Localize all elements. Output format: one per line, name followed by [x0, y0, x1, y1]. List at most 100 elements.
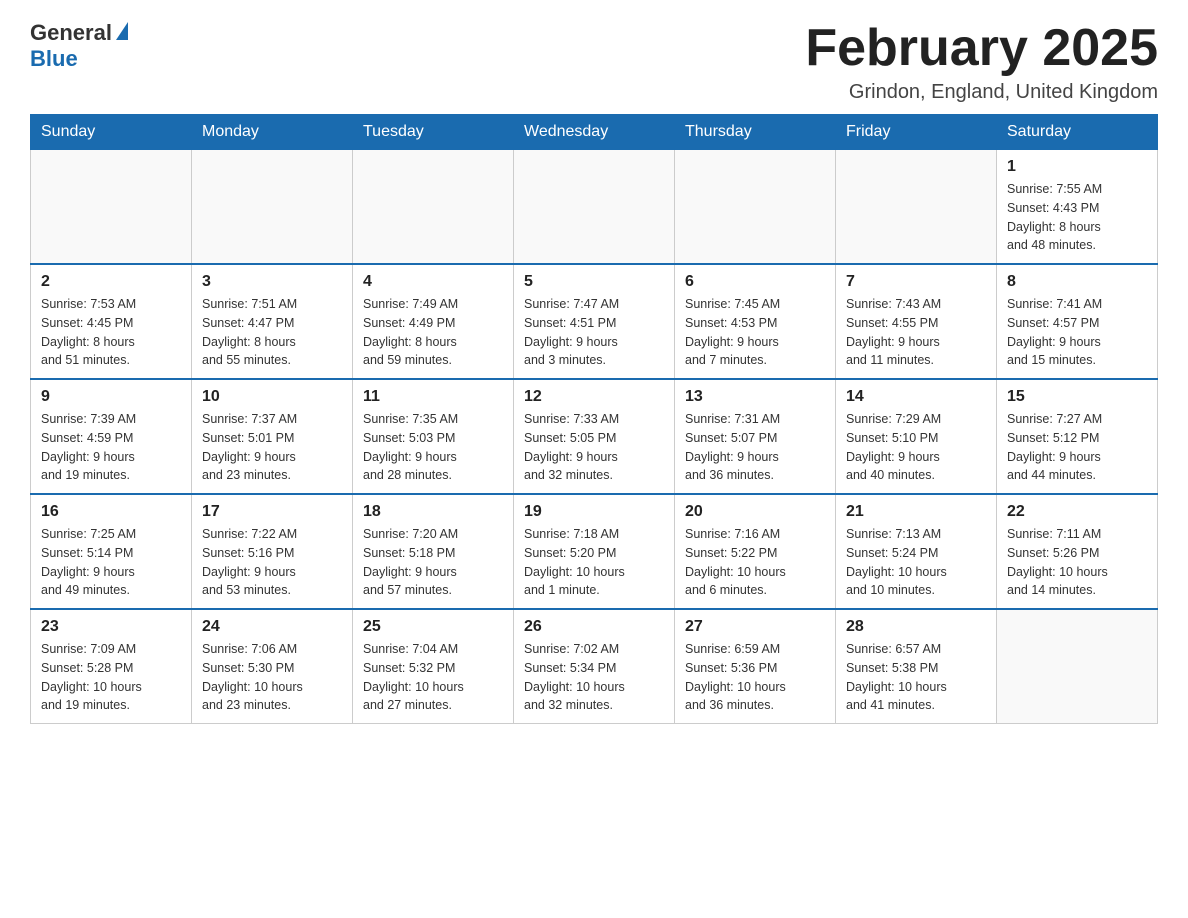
table-row: 26 Sunrise: 7:02 AM Sunset: 5:34 PM Dayli… [514, 609, 675, 724]
table-row: 9Sunrise: 7:39 AM Sunset: 4:59 PM Daylig… [31, 379, 192, 494]
day-info: Sunrise: 7:09 AM Sunset: 5:28 PM Dayligh… [41, 640, 181, 715]
table-row [675, 150, 836, 265]
day-info: Sunrise: 7:18 AM Sunset: 5:20 PM Dayligh… [524, 525, 664, 600]
day-number: 19 [524, 503, 664, 521]
day-info: Sunrise: 7:02 AM Sunset: 5:34 PM Dayligh… [524, 640, 664, 715]
table-row: 27 Sunrise: 6:59 AM Sunset: 5:36 PM Dayli… [675, 609, 836, 724]
day-number: 7 [846, 273, 986, 291]
page-header: General Blue February 2025 Grindon, Engl… [30, 20, 1158, 104]
day-info: Sunrise: 7:37 AM Sunset: 5:01 PM Dayligh… [202, 410, 342, 485]
calendar-table: Sunday Monday Tuesday Wednesday Thursday… [30, 114, 1158, 724]
day-info: Sunrise: 7:06 AM Sunset: 5:30 PM Dayligh… [202, 640, 342, 715]
table-row: 1 Sunrise: 7:55 AM Sunset: 4:43 PM Daylig… [997, 150, 1158, 265]
day-number: 27 [685, 618, 825, 636]
day-info: Sunrise: 7:53 AM Sunset: 4:45 PM Dayligh… [41, 295, 181, 370]
header-wednesday: Wednesday [514, 115, 675, 150]
table-row: 19 Sunrise: 7:18 AM Sunset: 5:20 PM Dayli… [514, 494, 675, 609]
header-saturday: Saturday [997, 115, 1158, 150]
day-info: Sunrise: 7:55 AM Sunset: 4:43 PM Dayligh… [1007, 180, 1147, 255]
day-number: 8 [1007, 273, 1147, 291]
table-row [192, 150, 353, 265]
table-row: 15 Sunrise: 7:27 AM Sunset: 5:12 PM Dayli… [997, 379, 1158, 494]
table-row: 28Sunrise: 6:57 AM Sunset: 5:38 PM Dayli… [836, 609, 997, 724]
header-monday: Monday [192, 115, 353, 150]
logo-triangle-icon [116, 22, 128, 40]
table-row [31, 150, 192, 265]
day-info: Sunrise: 7:49 AM Sunset: 4:49 PM Dayligh… [363, 295, 503, 370]
table-row: 8 Sunrise: 7:41 AM Sunset: 4:57 PM Daylig… [997, 264, 1158, 379]
day-number: 18 [363, 503, 503, 521]
day-info: Sunrise: 7:22 AM Sunset: 5:16 PM Dayligh… [202, 525, 342, 600]
day-info: Sunrise: 7:16 AM Sunset: 5:22 PM Dayligh… [685, 525, 825, 600]
day-number: 26 [524, 618, 664, 636]
day-number: 6 [685, 273, 825, 291]
header-tuesday: Tuesday [353, 115, 514, 150]
day-info: Sunrise: 7:33 AM Sunset: 5:05 PM Dayligh… [524, 410, 664, 485]
title-block: February 2025 Grindon, England, United K… [805, 20, 1158, 104]
table-row: 23 Sunrise: 7:09 AM Sunset: 5:28 PM Dayli… [31, 609, 192, 724]
day-info: Sunrise: 7:27 AM Sunset: 5:12 PM Dayligh… [1007, 410, 1147, 485]
table-row: 5 Sunrise: 7:47 AM Sunset: 4:51 PM Daylig… [514, 264, 675, 379]
day-info: Sunrise: 7:45 AM Sunset: 4:53 PM Dayligh… [685, 295, 825, 370]
table-row: 10Sunrise: 7:37 AM Sunset: 5:01 PM Dayli… [192, 379, 353, 494]
calendar-week-row: 9Sunrise: 7:39 AM Sunset: 4:59 PM Daylig… [31, 379, 1158, 494]
table-row [514, 150, 675, 265]
header-friday: Friday [836, 115, 997, 150]
day-number: 25 [363, 618, 503, 636]
calendar-week-row: 16Sunrise: 7:25 AM Sunset: 5:14 PM Dayli… [31, 494, 1158, 609]
calendar-week-row: 2 Sunrise: 7:53 AM Sunset: 4:45 PM Daylig… [31, 264, 1158, 379]
day-number: 1 [1007, 158, 1147, 176]
day-info: Sunrise: 7:39 AM Sunset: 4:59 PM Dayligh… [41, 410, 181, 485]
logo-general-text: General [30, 20, 112, 46]
day-number: 4 [363, 273, 503, 291]
day-info: Sunrise: 7:29 AM Sunset: 5:10 PM Dayligh… [846, 410, 986, 485]
logo-blue-text: Blue [30, 46, 78, 72]
day-info: Sunrise: 7:47 AM Sunset: 4:51 PM Dayligh… [524, 295, 664, 370]
table-row: 7 Sunrise: 7:43 AM Sunset: 4:55 PM Daylig… [836, 264, 997, 379]
table-row: 22Sunrise: 7:11 AM Sunset: 5:26 PM Dayli… [997, 494, 1158, 609]
day-number: 14 [846, 388, 986, 406]
day-info: Sunrise: 7:51 AM Sunset: 4:47 PM Dayligh… [202, 295, 342, 370]
day-number: 3 [202, 273, 342, 291]
day-info: Sunrise: 6:57 AM Sunset: 5:38 PM Dayligh… [846, 640, 986, 715]
day-info: Sunrise: 7:11 AM Sunset: 5:26 PM Dayligh… [1007, 525, 1147, 600]
calendar-header-row: Sunday Monday Tuesday Wednesday Thursday… [31, 115, 1158, 150]
day-info: Sunrise: 7:25 AM Sunset: 5:14 PM Dayligh… [41, 525, 181, 600]
table-row: 3 Sunrise: 7:51 AM Sunset: 4:47 PM Daylig… [192, 264, 353, 379]
logo: General Blue [30, 20, 128, 72]
table-row: 12 Sunrise: 7:33 AM Sunset: 5:05 PM Dayli… [514, 379, 675, 494]
calendar-week-row: 1 Sunrise: 7:55 AM Sunset: 4:43 PM Daylig… [31, 150, 1158, 265]
day-number: 17 [202, 503, 342, 521]
day-info: Sunrise: 7:20 AM Sunset: 5:18 PM Dayligh… [363, 525, 503, 600]
day-number: 12 [524, 388, 664, 406]
day-number: 20 [685, 503, 825, 521]
table-row: 16Sunrise: 7:25 AM Sunset: 5:14 PM Dayli… [31, 494, 192, 609]
day-number: 13 [685, 388, 825, 406]
month-title: February 2025 [805, 20, 1158, 77]
day-number: 15 [1007, 388, 1147, 406]
table-row: 4 Sunrise: 7:49 AM Sunset: 4:49 PM Daylig… [353, 264, 514, 379]
header-sunday: Sunday [31, 115, 192, 150]
day-info: Sunrise: 6:59 AM Sunset: 5:36 PM Dayligh… [685, 640, 825, 715]
day-info: Sunrise: 7:31 AM Sunset: 5:07 PM Dayligh… [685, 410, 825, 485]
table-row: 17 Sunrise: 7:22 AM Sunset: 5:16 PM Dayli… [192, 494, 353, 609]
day-number: 2 [41, 273, 181, 291]
day-info: Sunrise: 7:13 AM Sunset: 5:24 PM Dayligh… [846, 525, 986, 600]
header-thursday: Thursday [675, 115, 836, 150]
table-row [836, 150, 997, 265]
table-row [997, 609, 1158, 724]
day-info: Sunrise: 7:35 AM Sunset: 5:03 PM Dayligh… [363, 410, 503, 485]
day-info: Sunrise: 7:43 AM Sunset: 4:55 PM Dayligh… [846, 295, 986, 370]
day-number: 5 [524, 273, 664, 291]
table-row: 18 Sunrise: 7:20 AM Sunset: 5:18 PM Dayli… [353, 494, 514, 609]
table-row: 24Sunrise: 7:06 AM Sunset: 5:30 PM Dayli… [192, 609, 353, 724]
day-number: 23 [41, 618, 181, 636]
day-number: 21 [846, 503, 986, 521]
table-row: 21 Sunrise: 7:13 AM Sunset: 5:24 PM Dayli… [836, 494, 997, 609]
table-row: 13 Sunrise: 7:31 AM Sunset: 5:07 PM Dayli… [675, 379, 836, 494]
calendar-week-row: 23 Sunrise: 7:09 AM Sunset: 5:28 PM Dayli… [31, 609, 1158, 724]
table-row: 25 Sunrise: 7:04 AM Sunset: 5:32 PM Dayli… [353, 609, 514, 724]
day-info: Sunrise: 7:04 AM Sunset: 5:32 PM Dayligh… [363, 640, 503, 715]
day-info: Sunrise: 7:41 AM Sunset: 4:57 PM Dayligh… [1007, 295, 1147, 370]
table-row: 14 Sunrise: 7:29 AM Sunset: 5:10 PM Dayli… [836, 379, 997, 494]
